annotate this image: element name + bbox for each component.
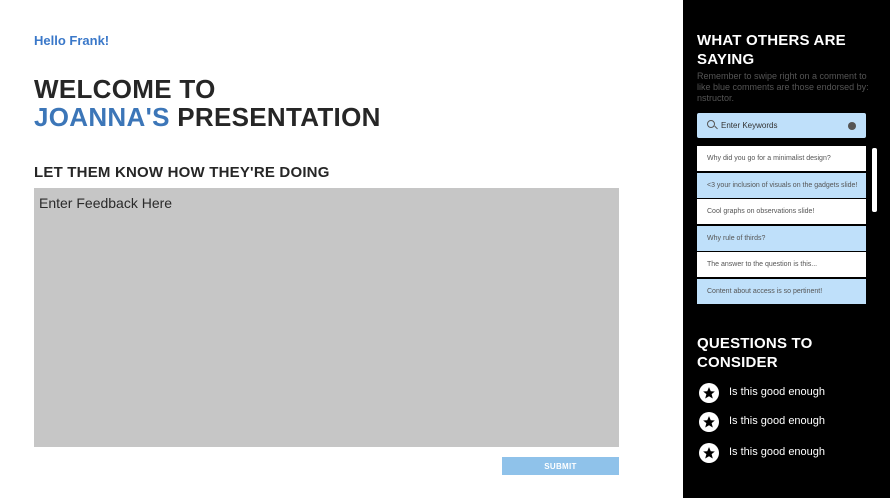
panel-hint: Remember to swipe right on a comment to …: [697, 71, 869, 103]
clear-icon[interactable]: [848, 122, 856, 130]
comment-item-endorsed[interactable]: Why rule of thirds?: [697, 225, 866, 251]
question-text: Is this good enough: [729, 446, 826, 458]
comment-item[interactable]: Cool graphs on observations slide!: [697, 199, 866, 225]
comment-item-endorsed[interactable]: <3 your inclusion of visuals on the gadg…: [697, 172, 866, 198]
submit-button[interactable]: SUBMIT: [502, 457, 619, 475]
star-icon[interactable]: [699, 443, 719, 463]
question-item[interactable]: Is this good enough: [697, 443, 877, 465]
comment-list: Why did you go for a minimalist design? …: [697, 146, 866, 306]
keyword-search-input[interactable]: [721, 116, 841, 135]
presenter-name: JOANNA'S: [34, 102, 170, 132]
star-icon[interactable]: [699, 412, 719, 432]
title-line-2: JOANNA'S PRESENTATION: [34, 103, 381, 131]
panel-title: WHAT OTHERS ARE SAYING: [697, 32, 846, 68]
comment-scrollbar[interactable]: [872, 148, 877, 212]
comments-panel: WHAT OTHERS ARE SAYING Remember to swipe…: [683, 0, 890, 498]
question-text: Is this good enough: [729, 415, 826, 427]
star-icon[interactable]: [699, 383, 719, 403]
page-title: WELCOME TO JOANNA'S PRESENTATION: [34, 75, 381, 131]
comment-item[interactable]: The answer to the question is this...: [697, 252, 866, 278]
comment-item-endorsed[interactable]: Content about access is so pertinent!: [697, 278, 866, 304]
questions-title: QUESTIONS TO CONSIDER: [697, 335, 813, 371]
comment-item[interactable]: Why did you go for a minimalist design?: [697, 146, 866, 171]
feedback-heading: LET THEM KNOW HOW THEY'RE DOING: [34, 164, 330, 181]
greeting: Hello Frank!: [34, 33, 110, 48]
question-item[interactable]: Is this good enough: [697, 383, 877, 405]
title-line-1: WELCOME TO: [34, 74, 216, 104]
question-item[interactable]: Is this good enough: [697, 412, 877, 434]
title-presentation: PRESENTATION: [169, 102, 381, 132]
search-icon: [707, 120, 715, 128]
feedback-input[interactable]: [34, 188, 619, 447]
keyword-search: [697, 113, 866, 138]
question-text: Is this good enough: [729, 386, 826, 398]
